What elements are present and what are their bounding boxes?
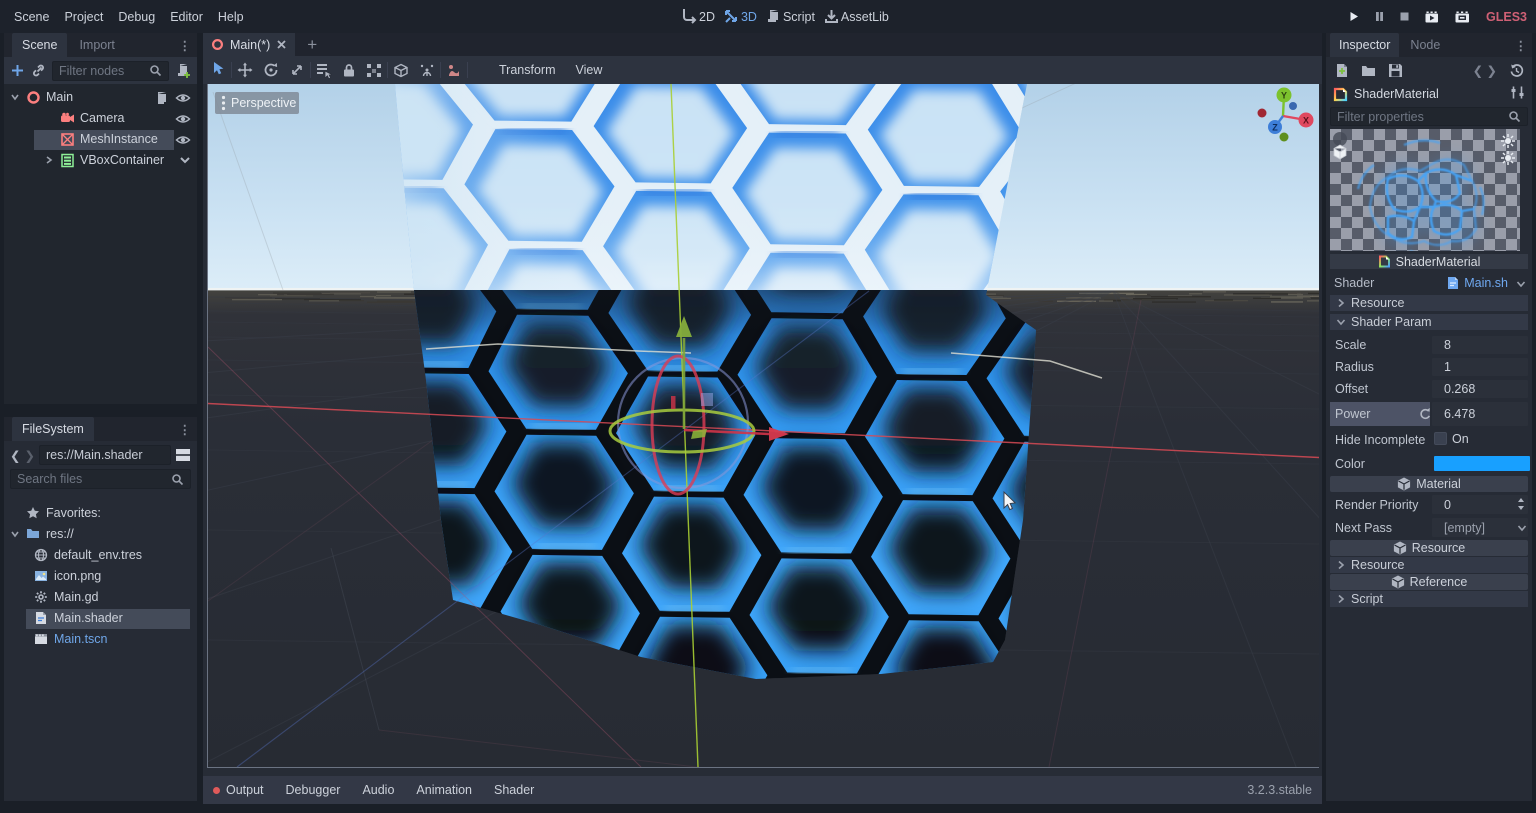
svg-text:Y: Y [1281, 91, 1287, 101]
svg-text:X: X [1303, 116, 1309, 126]
svg-text:Perspective: Perspective [231, 96, 296, 110]
svg-text:Z: Z [1272, 123, 1278, 133]
